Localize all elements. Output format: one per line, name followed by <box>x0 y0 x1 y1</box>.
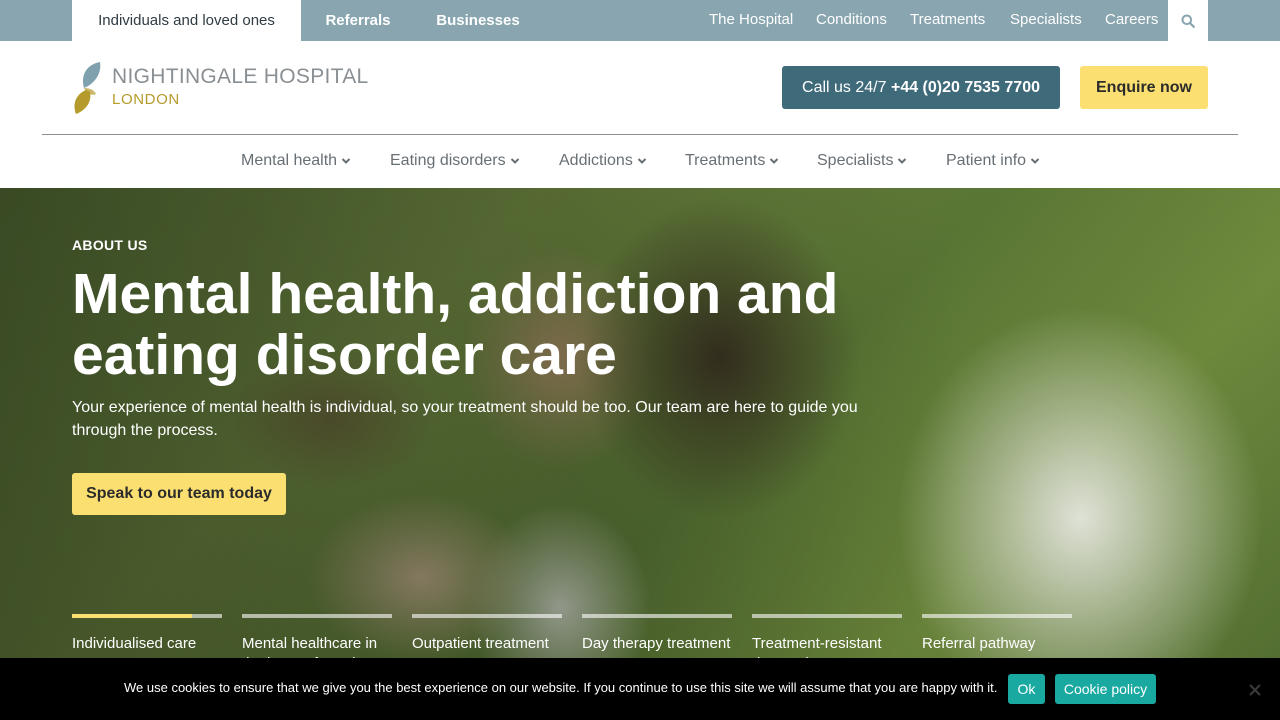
slide-progress-fill <box>72 614 192 618</box>
slide-label: Outpatient treatment <box>412 635 549 652</box>
main-nav: Mental health Eating disorders Addiction… <box>0 140 1280 184</box>
top-link-conditions[interactable]: Conditions <box>816 0 887 41</box>
chevron-down-icon <box>510 158 519 164</box>
utility-bar: Individuals and loved ones Referrals Bus… <box>0 0 1280 41</box>
site-logo[interactable]: NIGHTINGALE HOSPITAL LONDON <box>72 60 372 116</box>
slide-tab[interactable]: Individualised care <box>72 614 222 654</box>
nav-specialists[interactable]: Specialists <box>817 152 907 170</box>
top-link-treatments[interactable]: Treatments <box>910 0 985 41</box>
slide-progress-bar <box>72 614 222 618</box>
nav-addictions[interactable]: Addictions <box>559 152 647 170</box>
nav-label: Eating disorders <box>390 152 506 169</box>
enquire-now-button[interactable]: Enquire now <box>1080 66 1208 109</box>
nav-label: Mental health <box>241 152 338 169</box>
logo-location: LONDON <box>112 91 180 108</box>
slide-tab[interactable]: Outpatient treatment <box>412 614 562 654</box>
call-number: +44 (0)20 7535 7700 <box>890 79 1040 96</box>
slide-progress-bar <box>922 614 1072 618</box>
hero-eyebrow: ABOUT US <box>72 237 148 253</box>
speak-to-team-button[interactable]: Speak to our team today <box>72 473 286 515</box>
chevron-down-icon <box>898 158 907 164</box>
nav-label: Addictions <box>559 152 633 169</box>
nav-label: Patient info <box>946 152 1027 169</box>
nav-treatments[interactable]: Treatments <box>685 152 779 170</box>
slide-progress-bar <box>412 614 562 618</box>
close-icon[interactable] <box>1248 683 1262 697</box>
top-link-specialists[interactable]: Specialists <box>1010 0 1082 41</box>
call-prefix: Call us 24/7 <box>802 79 887 96</box>
chevron-down-icon <box>637 158 647 164</box>
slide-label: Referral pathway <box>922 635 1036 652</box>
nav-eating-disorders[interactable]: Eating disorders <box>390 152 520 170</box>
tab-referrals[interactable]: Referrals <box>318 0 398 41</box>
slide-label: Individualised care <box>72 635 197 652</box>
nav-label: Treatments <box>685 152 766 169</box>
slide-tab[interactable]: Referral pathway <box>922 614 1072 654</box>
tab-businesses[interactable]: Businesses <box>428 0 528 41</box>
tab-individuals[interactable]: Individuals and loved ones <box>72 0 301 41</box>
search-button[interactable] <box>1168 0 1208 41</box>
slide-progress-bar <box>752 614 902 618</box>
chevron-down-icon <box>770 158 779 164</box>
top-link-careers[interactable]: Careers <box>1105 0 1158 41</box>
nav-mental-health[interactable]: Mental health <box>241 152 351 170</box>
header-divider <box>42 134 1238 135</box>
search-icon <box>1181 14 1195 28</box>
top-link-the-hospital[interactable]: The Hospital <box>709 0 793 41</box>
cookie-message: We use cookies to ensure that we give yo… <box>124 680 998 695</box>
slide-tab[interactable]: Day therapy treatment <box>582 614 732 654</box>
cookie-ok-button[interactable]: Ok <box>1008 674 1045 704</box>
hero-banner: ABOUT US Mental health, addiction and ea… <box>0 188 1280 720</box>
hero-headline: Mental health, addiction and eating diso… <box>72 262 839 387</box>
slide-progress-bar <box>582 614 732 618</box>
nav-label: Specialists <box>817 152 894 169</box>
hero-description: Your experience of mental health is indi… <box>72 399 858 439</box>
cookie-banner: We use cookies to ensure that we give yo… <box>0 658 1280 720</box>
cookie-policy-button[interactable]: Cookie policy <box>1055 674 1156 704</box>
slide-label: Day therapy treatment <box>582 635 731 652</box>
logo-leaf-icon <box>74 62 101 114</box>
slide-progress-bar <box>242 614 392 618</box>
call-us-button[interactable]: Call us 24/7 +44 (0)20 7535 7700 <box>782 66 1060 109</box>
chevron-down-icon <box>1030 158 1040 164</box>
logo-name: NIGHTINGALE HOSPITAL <box>112 65 369 88</box>
nav-patient-info[interactable]: Patient info <box>946 152 1040 170</box>
chevron-down-icon <box>341 158 351 164</box>
